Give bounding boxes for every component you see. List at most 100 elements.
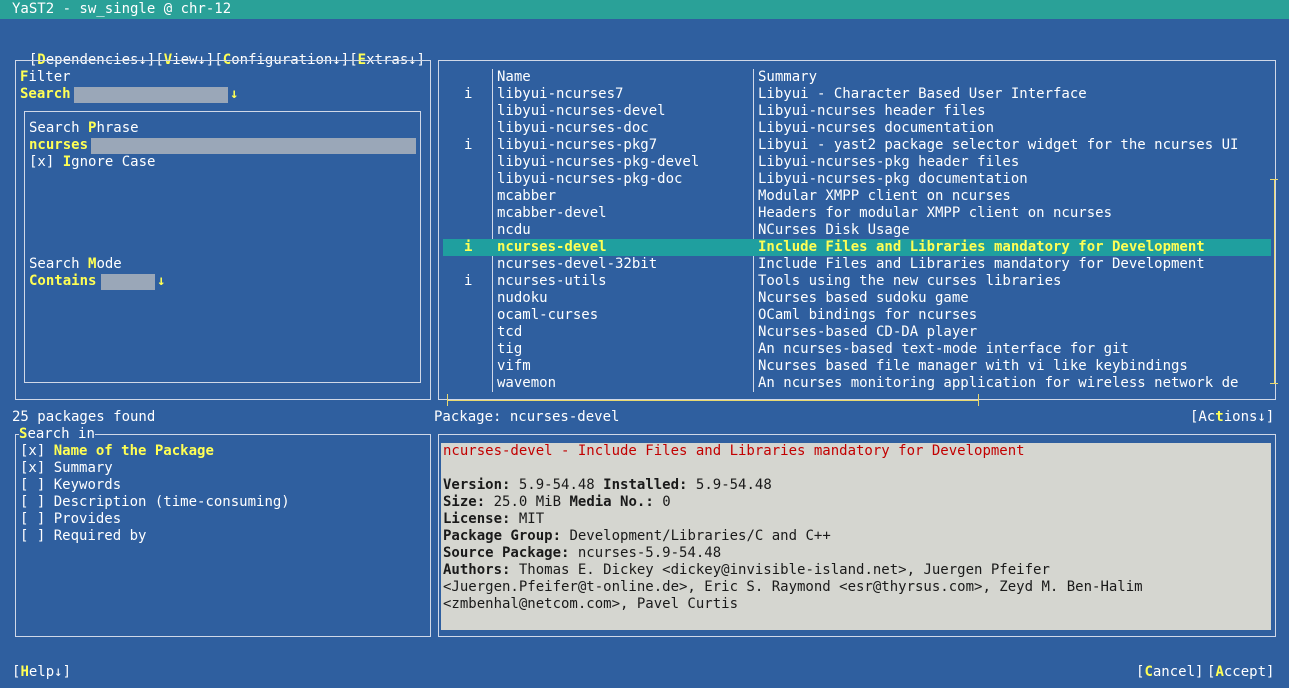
accept-button[interactable]: [Accept]	[1207, 664, 1274, 681]
package-summary: Libyui-ncurses-pkg documentation	[758, 171, 1028, 187]
table-row[interactable]: vifm Ncurses based file manager with vi l…	[443, 358, 1271, 375]
table-row[interactable]: tig An ncurses-based text-mode interface …	[443, 341, 1271, 358]
actions-button[interactable]: [Actions↓]	[1190, 409, 1274, 426]
checkbox-mark: [x]	[20, 460, 46, 476]
package-name: libyui-ncurses7	[497, 86, 624, 102]
table-row[interactable]: ncdu NCurses Disk Usage	[443, 222, 1271, 239]
package-status: i	[464, 86, 473, 102]
table-row[interactable]: tcd Ncurses-based CD-DA player	[443, 324, 1271, 341]
package-name: ncurses-devel	[497, 239, 607, 255]
column-header-name[interactable]: Name	[497, 69, 531, 86]
checkbox-mark: [ ]	[20, 511, 46, 527]
details-group-line: Package Group: Development/Libraries/C a…	[443, 528, 831, 544]
details-authors-line-1: Authors: Thomas E. Dickey <dickey@invisi…	[443, 562, 1050, 578]
package-summary: Include Files and Libraries mandatory fo…	[758, 256, 1205, 272]
package-summary: Include Files and Libraries mandatory fo…	[758, 239, 1205, 255]
package-name: libyui-ncurses-pkg7	[497, 137, 658, 153]
package-name: libyui-ncurses-devel	[497, 103, 666, 119]
package-summary: OCaml bindings for ncurses	[758, 307, 978, 323]
column-header-summary[interactable]: Summary	[758, 69, 817, 86]
table-row[interactable]: mcabber Modular XMPP client on ncurses	[443, 188, 1271, 205]
package-name: mcabber	[497, 188, 557, 204]
details-size-line: Size: 25.0 MiB Media No.: 0	[443, 494, 671, 510]
details-license-line: License: MIT	[443, 511, 545, 527]
vertical-scrollbar[interactable]	[1274, 179, 1275, 383]
package-name: nudoku	[497, 290, 548, 306]
checkbox-mark: [ ]	[20, 528, 46, 544]
package-summary: Libyui - yast2 package selector widget f…	[758, 137, 1239, 153]
package-name: libyui-ncurses-pkg-doc	[497, 171, 683, 187]
package-summary: Headers for modular XMPP client on ncurs…	[758, 205, 1113, 221]
package-status: i	[464, 239, 473, 255]
table-row[interactable]: libyui-ncurses-pkg-devel Libyui-ncurses-p…	[443, 154, 1271, 171]
filter-dropdown-arrow-icon[interactable]: ↓	[230, 86, 238, 103]
table-row[interactable]: i ncurses-utils Tools using the new curses…	[443, 273, 1271, 290]
package-summary: An ncurses-based text-mode interface for…	[758, 341, 1129, 357]
table-row[interactable]: libyui-ncurses-doc Libyui-ncurses documen…	[443, 120, 1271, 137]
table-row[interactable]: ncurses-devel-32bit Include Files and Lib…	[443, 256, 1271, 273]
search-in-checkbox[interactable]: [x] Summary	[20, 460, 113, 477]
package-name: mcabber-devel	[497, 205, 607, 221]
table-row[interactable]: i ncurses-devel Include Files and Librarie…	[443, 239, 1271, 256]
package-summary: An ncurses monitoring application for wi…	[758, 375, 1239, 391]
horizontal-scrollbar-right-cap	[978, 394, 979, 406]
checkbox-mark: [x]	[20, 443, 46, 459]
search-in-title: Search in	[19, 426, 95, 443]
checkbox-label: Name of the Package	[53, 443, 214, 459]
filter-select-field[interactable]	[74, 87, 228, 103]
package-name: libyui-ncurses-pkg-devel	[497, 154, 700, 170]
package-name: ocaml-curses	[497, 307, 599, 323]
ignore-case-checkbox[interactable]: [x] Ignore Case	[29, 154, 155, 171]
table-row[interactable]: libyui-ncurses-devel Libyui-ncurses heade…	[443, 103, 1271, 120]
table-row[interactable]: i libyui-ncurses-pkg7 Libyui - yast2 packa…	[443, 137, 1271, 154]
package-name: ncurses-devel-32bit	[497, 256, 658, 272]
search-phrase-input[interactable]: ncurses	[29, 137, 88, 154]
details-version-line: Version: 5.9-54.48 Installed: 5.9-54.48	[443, 477, 772, 493]
search-mode-field[interactable]	[101, 274, 155, 290]
package-name: libyui-ncurses-doc	[497, 120, 649, 136]
checkbox-label: Description (time-consuming)	[53, 494, 290, 510]
package-name: wavemon	[497, 375, 557, 391]
package-name: tcd	[497, 324, 523, 340]
search-mode-value[interactable]: Contains	[29, 273, 96, 290]
packages-found-count: 25 packages found	[12, 409, 156, 425]
table-row[interactable]: mcabber-devel Headers for modular XMPP cl…	[443, 205, 1271, 222]
details-source-line: Source Package: ncurses-5.9-54.48	[443, 545, 722, 561]
checkbox-label: Required by	[53, 528, 147, 544]
package-name: ncurses-utils	[497, 273, 607, 289]
search-in-checkbox[interactable]: [ ] Description (time-consuming)	[20, 494, 290, 511]
checkbox-label: Summary	[53, 460, 113, 476]
search-in-checkbox[interactable]: [x] Name of the Package	[20, 443, 214, 460]
help-button[interactable]: [Help↓]	[12, 664, 71, 681]
search-mode-arrow-icon[interactable]: ↓	[157, 273, 165, 290]
window-title: YaST2 - sw_single @ chr-12	[12, 1, 232, 17]
search-mode-label: Search Mode	[29, 256, 122, 272]
horizontal-scrollbar[interactable]	[447, 400, 979, 401]
vertical-scrollbar-bottom-cap	[1270, 383, 1278, 384]
table-row[interactable]: wavemon An ncurses monitoring application…	[443, 375, 1271, 392]
package-status: i	[464, 137, 473, 153]
search-in-checkbox[interactable]: [ ] Keywords	[20, 477, 121, 494]
table-row[interactable]: nudoku Ncurses based sudoku game	[443, 290, 1271, 307]
checkbox-label: Provides	[53, 511, 122, 527]
details-authors-line-2: <Juergen.Pfeifer@t-online.de>, Eric S. R…	[443, 579, 1143, 595]
package-summary: Libyui-ncurses header files	[758, 103, 986, 119]
search-in-checkbox[interactable]: [ ] Provides	[20, 511, 121, 528]
search-in-checkbox[interactable]: [ ] Required by	[20, 528, 146, 545]
package-details: ncurses-devel - Include Files and Librar…	[441, 443, 1271, 630]
table-row[interactable]: libyui-ncurses-pkg-doc Libyui-ncurses-pkg…	[443, 171, 1271, 188]
package-summary: Ncurses based sudoku game	[758, 290, 969, 306]
vertical-scrollbar-top-cap	[1270, 179, 1278, 180]
title-bar: YaST2 - sw_single @ chr-12	[0, 0, 1289, 19]
checkbox-label: Keywords	[53, 477, 122, 493]
package-summary: NCurses Disk Usage	[758, 222, 910, 238]
package-summary: Tools using the new curses libraries	[758, 273, 1062, 289]
package-name: ncdu	[497, 222, 531, 238]
table-row[interactable]: i libyui-ncurses7 Libyui - Character Based…	[443, 86, 1271, 103]
package-name: tig	[497, 341, 523, 357]
filter-label: Filter	[20, 69, 71, 85]
search-phrase-field-bg	[91, 138, 416, 154]
table-row[interactable]: ocaml-curses OCaml bindings for ncurses	[443, 307, 1271, 324]
filter-select-value[interactable]: Search	[20, 86, 71, 103]
cancel-button[interactable]: [Cancel]	[1136, 664, 1203, 681]
